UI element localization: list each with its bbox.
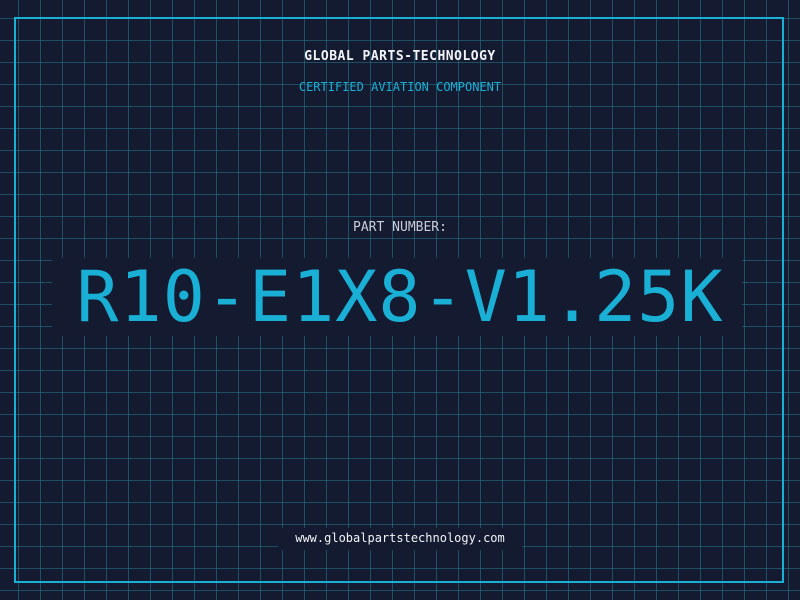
- certification-tagline: CERTIFIED AVIATION COMPONENT: [298, 80, 502, 94]
- certificate-panel: GLOBAL PARTS-TECHNOLOGY CERTIFIED AVIATI…: [0, 0, 800, 600]
- part-number-value: R10-E1X8-V1.25K: [76, 256, 724, 338]
- part-number-label: PART NUMBER:: [353, 220, 447, 235]
- company-name: GLOBAL PARTS-TECHNOLOGY: [304, 49, 496, 64]
- website-url: www.globalpartstechnology.com: [295, 531, 505, 545]
